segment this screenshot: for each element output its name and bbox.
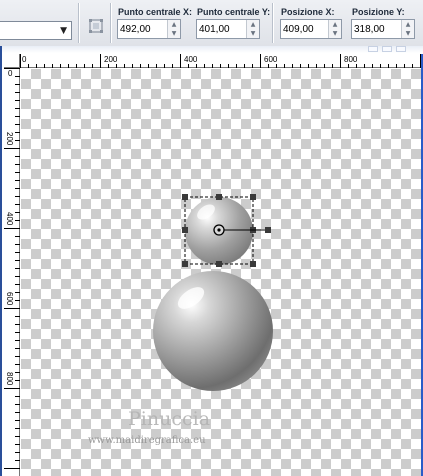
corner-handle[interactable] xyxy=(182,261,188,267)
position-y-label: Posizione Y: xyxy=(352,7,405,17)
ruler-label-200: 200 xyxy=(104,55,118,64)
horizontal-ruler[interactable]: 0 200 400 600 800 xyxy=(20,54,421,68)
close-icon[interactable] xyxy=(396,46,406,52)
center-x-spinner[interactable]: ▲ ▼ xyxy=(167,20,180,38)
maximize-icon[interactable] xyxy=(382,46,392,52)
center-x-input[interactable] xyxy=(120,22,164,36)
pick-tool-options-bar: ▼ Punto centrale X: ▲ ▼ Punto centrale Y… xyxy=(0,0,423,47)
watermark-url: www.maidiregrafica.eu xyxy=(88,435,206,446)
minimize-icon[interactable] xyxy=(368,46,378,52)
position-y-input[interactable] xyxy=(354,22,398,36)
spin-up-icon[interactable]: ▲ xyxy=(329,20,341,29)
ruler-label-600: 600 xyxy=(264,55,278,64)
ruler-label-800: 800 xyxy=(5,372,14,386)
document-window: 0 200 400 600 800 0 200 400 600 800 Pinu… xyxy=(2,46,423,476)
vertical-ruler-scale: 0 200 400 600 800 xyxy=(4,68,20,469)
toolbar-separator xyxy=(78,3,80,43)
center-y-input[interactable] xyxy=(199,22,243,36)
ruler-label-0: 0 xyxy=(22,55,27,64)
large-sphere xyxy=(153,271,273,391)
ruler-label-600: 600 xyxy=(5,292,14,306)
ruler-label-0: 0 xyxy=(8,69,13,78)
watermark-title: Pinuccia xyxy=(128,408,210,430)
corner-handle[interactable] xyxy=(250,261,256,267)
center-y-label: Punto centrale Y: xyxy=(197,7,271,17)
ruler-label-200: 200 xyxy=(5,132,14,146)
vertical-ruler[interactable]: 0 200 400 600 800 xyxy=(4,68,20,476)
center-x-label: Punto centrale X: xyxy=(118,7,193,17)
position-x-spinner[interactable]: ▲ ▼ xyxy=(328,20,341,38)
spin-up-icon[interactable]: ▲ xyxy=(402,20,414,29)
rotation-handle[interactable] xyxy=(265,227,271,233)
side-handle[interactable] xyxy=(182,227,188,233)
image-canvas[interactable]: Pinuccia www.maidiregrafica.eu xyxy=(21,69,421,476)
position-y-spinner[interactable]: ▲ ▼ xyxy=(401,20,414,38)
side-handle[interactable] xyxy=(216,261,222,267)
pivot-point-center xyxy=(217,228,221,232)
ruler-label-800: 800 xyxy=(344,55,358,64)
spin-down-icon[interactable]: ▼ xyxy=(247,29,259,38)
side-handle[interactable] xyxy=(216,194,222,200)
canvas-artwork: Pinuccia www.maidiregrafica.eu xyxy=(88,194,273,446)
corner-handle[interactable] xyxy=(182,194,188,200)
spin-down-icon[interactable]: ▼ xyxy=(329,29,341,38)
chevron-down-icon[interactable]: ▼ xyxy=(60,26,67,36)
horizontal-ruler-scale: 0 200 400 600 800 xyxy=(20,54,421,68)
position-x-input[interactable] xyxy=(283,22,327,36)
center-y-field[interactable]: ▲ ▼ xyxy=(196,19,260,39)
spin-down-icon[interactable]: ▼ xyxy=(168,29,180,38)
center-x-field[interactable]: ▲ ▼ xyxy=(117,19,181,39)
toolbar-separator xyxy=(272,3,274,43)
ruler-corner xyxy=(4,54,20,68)
pick-mode-button[interactable] xyxy=(86,16,106,36)
ruler-label-400: 400 xyxy=(184,55,198,64)
corner-handle[interactable] xyxy=(250,194,256,200)
position-x-label: Posizione X: xyxy=(281,7,335,17)
position-y-field[interactable]: ▲ ▼ xyxy=(351,19,415,39)
document-title-strip xyxy=(2,46,423,53)
center-y-spinner[interactable]: ▲ ▼ xyxy=(246,20,259,38)
position-x-field[interactable]: ▲ ▼ xyxy=(280,19,342,39)
deform-mode-icon xyxy=(89,19,103,33)
spin-up-icon[interactable]: ▲ xyxy=(168,20,180,29)
ruler-label-400: 400 xyxy=(5,212,14,226)
toolbar-separator xyxy=(110,3,112,43)
spin-down-icon[interactable]: ▼ xyxy=(402,29,414,38)
spin-up-icon[interactable]: ▲ xyxy=(247,20,259,29)
preset-dropdown[interactable]: ▼ xyxy=(0,21,72,40)
